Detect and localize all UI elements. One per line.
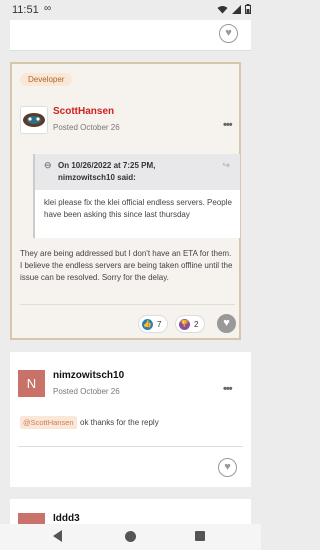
infinity-icon: ∞	[44, 3, 52, 14]
author-name[interactable]: nimzowitsch10	[53, 370, 124, 381]
like-button[interactable]: ♥	[217, 314, 236, 333]
post-date[interactable]: Posted October 26	[53, 123, 120, 132]
reply-post: N nimzowitsch10 Posted October 26 ••• @S…	[10, 352, 251, 487]
heart-icon: ♥	[225, 27, 232, 39]
thumbs-up-icon: 👍	[142, 318, 153, 330]
recent-apps-icon[interactable]	[195, 531, 205, 541]
avatar[interactable]	[18, 513, 45, 524]
author-avatar-image	[21, 107, 47, 133]
status-icons	[217, 4, 251, 14]
reaction-thumbs-up[interactable]: 👍 7	[138, 315, 169, 333]
avatar[interactable]: N	[18, 370, 45, 397]
system-nav-bar	[0, 524, 261, 550]
post-body: They are being addressed but I don't hav…	[20, 249, 233, 282]
home-icon[interactable]	[125, 531, 136, 542]
avatar[interactable]	[20, 106, 48, 134]
author-name[interactable]: Iddd3	[53, 513, 80, 524]
heart-icon: ♥	[224, 461, 231, 473]
author-name[interactable]: ScottHansen	[53, 106, 114, 117]
quote-text: klei please fix the klei official endles…	[44, 198, 232, 219]
mention-link[interactable]: @ScottHansen	[20, 416, 77, 429]
next-post-partial: Iddd3	[10, 499, 251, 524]
reaction-count: 7	[157, 319, 162, 329]
quote-header: ⊖ On 10/26/2022 at 7:25 PM, nimzowitsch1…	[35, 154, 240, 190]
quote-citation[interactable]: On 10/26/2022 at 7:25 PM, nimzowitsch10 …	[58, 160, 208, 184]
post-body: ok thanks for the reply	[80, 418, 159, 427]
trophy-icon: 🏆	[179, 318, 190, 330]
signal-icon	[232, 4, 241, 14]
divider	[18, 446, 243, 447]
like-button[interactable]: ♥	[219, 24, 238, 43]
status-bar: 11:51 ∞	[0, 0, 261, 20]
developer-post: Developer ScottHansen Posted October 26 …	[10, 62, 241, 340]
previous-post-footer: ♥	[10, 20, 251, 51]
expand-quote-icon[interactable]: ⊖	[44, 160, 52, 171]
reaction-trophy[interactable]: 🏆 2	[175, 315, 206, 333]
status-time: 11:51	[12, 4, 39, 16]
divider	[20, 304, 235, 305]
more-options-icon[interactable]: •••	[223, 383, 233, 395]
wifi-icon	[217, 5, 228, 13]
share-icon[interactable]: ↪	[222, 160, 230, 171]
heart-icon: ♥	[223, 317, 230, 329]
more-options-icon[interactable]: •••	[223, 119, 233, 131]
like-button[interactable]: ♥	[218, 458, 237, 477]
developer-badge: Developer	[20, 73, 73, 86]
back-icon[interactable]	[53, 530, 62, 542]
reaction-count: 2	[194, 319, 199, 329]
quote-block: ⊖ On 10/26/2022 at 7:25 PM, nimzowitsch1…	[33, 154, 240, 238]
post-date[interactable]: Posted October 26	[53, 387, 120, 396]
battery-icon	[245, 4, 251, 14]
